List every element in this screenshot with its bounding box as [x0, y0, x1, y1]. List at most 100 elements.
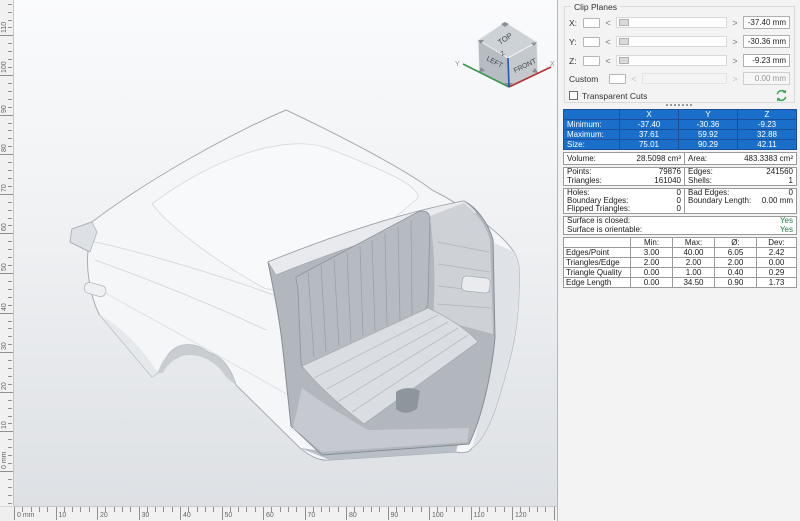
volume-area-box: Volume:28.5098 cm³ Area:483.3383 cm² [563, 152, 797, 165]
3d-viewport[interactable]: TOP LEFT FRONT Z Y X [14, 0, 557, 506]
ruler-tick [8, 162, 12, 163]
ruler-tick [8, 376, 12, 377]
clip-custom-checkbox[interactable] [609, 74, 626, 84]
quality-value: 1.00 [673, 268, 714, 277]
bounds-value: -30.36 [679, 120, 737, 129]
clip-x-slider[interactable] [616, 17, 727, 28]
view-cube[interactable]: TOP LEFT FRONT Z Y X [455, 22, 555, 87]
clip-x-decrement-button[interactable]: < [604, 18, 612, 28]
clip-row-custom: Custom < > [569, 72, 790, 85]
bounds-row-label: Maximum: [564, 130, 619, 139]
ruler-tick [8, 130, 12, 131]
quality-corner-cell [564, 238, 630, 247]
ruler-label: 90 [391, 512, 399, 519]
clip-y-increment-button[interactable]: > [731, 37, 739, 47]
car-model[interactable]: TOP LEFT FRONT Z Y X [14, 0, 557, 506]
quality-value: 2.00 [631, 258, 672, 267]
ruler-tick [8, 408, 12, 409]
clip-x-increment-button[interactable]: > [731, 18, 739, 28]
flipped-triangles-label: Flipped Triangles: [567, 205, 630, 213]
bounds-col-x: X [620, 110, 678, 119]
clip-z-value-input[interactable] [743, 54, 790, 67]
quality-value: 40.00 [673, 248, 714, 257]
clip-z-slider[interactable] [616, 55, 727, 66]
clip-row-transparent: Transparent Cuts [569, 89, 790, 102]
clip-custom-slider[interactable] [642, 73, 727, 84]
quality-value: 0.29 [757, 268, 796, 277]
panel-splitter[interactable] [558, 104, 800, 106]
ruler-tick [8, 59, 12, 60]
bounds-table[interactable]: X Y Z Minimum: -37.40 -30.36 -9.23 Maxim… [563, 109, 797, 150]
ruler-tick [404, 507, 405, 512]
clip-y-checkbox[interactable] [583, 37, 600, 47]
clip-x-checkbox[interactable] [583, 18, 600, 28]
area-label: Area: [688, 153, 707, 164]
ruler-tick [437, 507, 438, 512]
ruler-tick [8, 186, 12, 187]
clip-z-checkbox[interactable] [583, 56, 600, 66]
ruler-tick [80, 507, 81, 512]
ruler-tick [0, 431, 14, 432]
clip-custom-label: Custom [569, 74, 605, 84]
ruler-tick [31, 507, 32, 512]
ruler-tick [47, 507, 48, 512]
ruler-tick [8, 257, 12, 258]
ruler-tick [8, 43, 12, 44]
clip-y-slider[interactable] [616, 36, 727, 47]
ruler-tick [0, 233, 14, 234]
transparent-cuts-checkbox[interactable] [569, 91, 578, 100]
clip-row-y: Y: < > [569, 35, 790, 48]
ruler-tick [246, 507, 247, 512]
ruler-label: 50 [225, 512, 233, 519]
ruler-tick [495, 507, 496, 512]
ruler-tick [504, 507, 505, 512]
quality-value: 34.50 [673, 278, 714, 287]
surface-orientable-value: Yes [780, 226, 793, 235]
side-panel: Clip Planes X: < > Y: < > Z: < > Custo [557, 0, 800, 521]
ruler-tick [471, 507, 472, 520]
clip-y-value-input[interactable] [743, 35, 790, 48]
ruler-tick [0, 35, 14, 36]
ruler-tick [97, 507, 98, 520]
refresh-icon[interactable] [775, 89, 788, 102]
ruler-tick [8, 321, 12, 322]
bounds-row-label: Size: [564, 140, 619, 149]
ruler-tick [0, 154, 14, 155]
ruler-tick [0, 273, 14, 274]
surface-orientable-label: Surface is orientable: [567, 226, 642, 235]
ruler-label: 120 [515, 512, 527, 519]
ruler-tick [8, 503, 12, 504]
ruler-tick [8, 495, 12, 496]
clip-z-slider-thumb[interactable] [619, 57, 629, 64]
ruler-label: 100 [1, 61, 8, 73]
bounds-row-label: Minimum: [564, 120, 619, 129]
ruler-corner [0, 506, 14, 521]
ruler-label: 20 [1, 382, 8, 390]
ruler-tick [205, 507, 206, 512]
clip-custom-decrement-button[interactable]: < [630, 74, 638, 84]
clip-custom-value-input[interactable] [743, 72, 790, 85]
clip-z-decrement-button[interactable]: < [604, 56, 612, 66]
bounds-value: 59.92 [679, 130, 737, 139]
ruler-tick [388, 507, 389, 520]
ruler-label: 10 [59, 512, 67, 519]
clip-custom-increment-button[interactable]: > [731, 74, 739, 84]
clip-y-slider-thumb[interactable] [619, 38, 629, 45]
ruler-tick [8, 400, 12, 401]
ruler-tick [147, 507, 148, 512]
ruler-tick [8, 249, 12, 250]
clip-x-value-input[interactable] [743, 16, 790, 29]
ruler-label: 60 [1, 224, 8, 232]
axis-x-label: X [550, 61, 555, 68]
ruler-tick [8, 336, 12, 337]
ruler-tick [56, 507, 57, 520]
clip-x-slider-thumb[interactable] [619, 19, 629, 26]
bounds-value: 90.29 [679, 140, 737, 149]
quality-value: 2.00 [673, 258, 714, 267]
clip-z-label: Z: [569, 56, 579, 66]
ruler-tick [529, 507, 530, 512]
clip-y-decrement-button[interactable]: < [604, 37, 612, 47]
clip-z-increment-button[interactable]: > [731, 56, 739, 66]
clip-planes-group: Clip Planes X: < > Y: < > Z: < > Custo [564, 6, 795, 103]
ruler-tick [8, 479, 12, 480]
